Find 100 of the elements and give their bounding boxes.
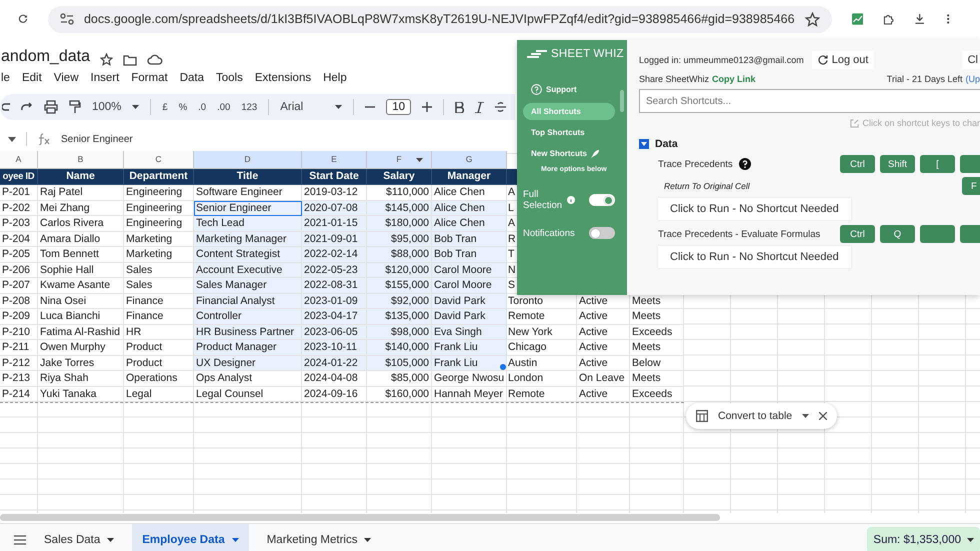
shortcut-key[interactable]: Ctrl (840, 225, 875, 243)
zoom-select[interactable]: 100% (92, 101, 122, 113)
table-cell: Alice Chen (432, 216, 507, 232)
run-button[interactable]: Click to Run - No Shortcut Needed (658, 198, 851, 220)
table-cell: Chicago (507, 340, 577, 356)
table-cell: 2020-07-08 (302, 200, 367, 216)
font-size-field[interactable]: 10 (386, 99, 411, 115)
number-format-button[interactable]: 123 (241, 102, 258, 112)
shortcut-key[interactable]: Q (880, 225, 915, 243)
table-cell: Raj Patel (38, 185, 124, 200)
table-cell: $110,000 (367, 185, 432, 200)
table-cell: 2024-01-22 (302, 356, 367, 371)
table-cell: Bob Tran (432, 247, 507, 262)
column-header[interactable]: C (124, 151, 194, 169)
trial-text: Trial - 21 Days Left (886, 74, 962, 84)
table-cell: Engineering (124, 200, 194, 216)
menu-item[interactable]: le (1, 72, 10, 84)
table-cell: Meets (630, 371, 684, 386)
menu-item[interactable]: Extensions (254, 72, 312, 84)
table-cell: $135,000 (367, 309, 432, 324)
menu-item[interactable]: Edit (22, 72, 42, 84)
formula-field[interactable]: Senior Engineer (61, 134, 133, 144)
upgrade-link[interactable]: (Up (965, 74, 980, 84)
menu-item[interactable]: Data (180, 72, 204, 84)
currency-button[interactable]: £ (162, 102, 168, 112)
table-cell: $180,000 (367, 216, 432, 232)
column-header[interactable]: D (194, 151, 302, 169)
table-cell: Software Engineer (194, 185, 302, 200)
increase-decimals-button[interactable]: .00 (217, 102, 230, 112)
table-cell: P-213 (0, 371, 38, 386)
table-cell: Hannah Meyer (432, 386, 507, 402)
table-cell: $120,000 (367, 262, 432, 278)
table-header-cell: Manager (432, 169, 507, 185)
table-header-cell: Start Date (302, 169, 367, 185)
menu-item[interactable]: Format (131, 72, 168, 84)
table-cell: David Park (432, 309, 507, 324)
logged-in-text: Logged in: ummeumme0123@gmail.com (639, 55, 804, 65)
table-cell: Legal Counsel (194, 386, 302, 402)
shortcut-key[interactable]: F (962, 177, 980, 195)
column-header[interactable]: F (367, 151, 432, 169)
shortcut-key[interactable]: [ (920, 155, 955, 173)
copy-link[interactable]: Copy Link (712, 74, 756, 84)
sheet-tab[interactable]: Sales Data (34, 524, 124, 551)
table-cell: Content Strategist (194, 247, 302, 262)
table-cell: $155,000 (367, 278, 432, 294)
column-header[interactable]: A (0, 151, 38, 169)
share-text: Share SheetWhiz (639, 74, 710, 84)
sheet-tab[interactable]: Employee Data (132, 524, 249, 551)
menu-item[interactable]: Help (323, 72, 347, 84)
table-cell: Engineering (124, 216, 194, 232)
table-cell: Carol Moore (432, 262, 507, 278)
table-cell: Controller (194, 309, 302, 324)
table-cell: Meets (630, 340, 684, 356)
table-cell: Frank Liu (432, 340, 507, 356)
table-cell: Operations (124, 371, 194, 386)
address-bar[interactable]: docs.google.com/spreadsheets/d/1kI3Bf5IVAOBLqP8W7xmsK8yT2619U-NEJVIpwFPZqf4/edit?gid=938985466#gid=938985466 (48, 6, 832, 32)
table-cell: Legal (124, 386, 194, 402)
shortcut-key[interactable]: Ctrl (840, 155, 875, 173)
table-cell: 2022-08-31 (302, 278, 367, 294)
table-cell: 2021-09-01 (302, 232, 367, 247)
table-header-cell: Department (124, 169, 194, 185)
percent-button[interactable]: % (178, 102, 188, 112)
table-cell: Exceeds (630, 386, 684, 402)
table-header-cell: Title (194, 169, 302, 185)
shortcut-name: Trace Precedents (658, 158, 733, 170)
table-cell: $98,000 (367, 324, 432, 340)
table-cell: $140,000 (367, 340, 432, 356)
column-header[interactable]: E (302, 151, 367, 169)
close-button[interactable]: Cl (962, 51, 980, 69)
table-cell: Luca Bianchi (38, 309, 124, 324)
convert-to-table-button[interactable]: Convert to table (718, 410, 792, 422)
table-cell: Marketing Manager (194, 232, 302, 247)
table-cell: P-203 (0, 216, 38, 232)
menu-item[interactable]: Insert (90, 72, 120, 84)
menu-item[interactable]: Tools (216, 72, 243, 84)
table-cell: Sales (124, 278, 194, 294)
table-cell: Finance (124, 309, 194, 324)
sum-indicator[interactable]: Sum: $1,353,000 (867, 527, 980, 551)
menu-item[interactable]: View (54, 72, 78, 84)
log-out-button[interactable]: Log out (812, 51, 874, 69)
table-cell: Tech Lead (194, 216, 302, 232)
column-header[interactable]: G (432, 151, 507, 169)
sheet-tab[interactable]: Marketing Metrics (256, 524, 382, 551)
font-select[interactable]: Arial (280, 101, 324, 113)
decrease-decimals-button[interactable]: .0 (198, 102, 206, 112)
table-header-cell: Salary (367, 169, 432, 185)
column-header[interactable]: B (38, 151, 124, 169)
table-cell: George Nwosu (432, 371, 507, 386)
document-title[interactable]: andom_data (1, 48, 90, 66)
table-cell: Kwame Asante (38, 278, 124, 294)
table-cell: 2023-06-05 (302, 324, 367, 340)
run-button[interactable]: Click to Run - No Shortcut Needed (658, 246, 851, 268)
table-cell: Active (577, 340, 630, 356)
table-header-cell: Name (38, 169, 124, 185)
table-cell: Owen Murphy (38, 340, 124, 356)
table-cell: Meets (630, 309, 684, 324)
table-header-cell: oyee ID (0, 169, 38, 185)
shortcut-key[interactable]: Shift (880, 155, 915, 173)
table-cell: $85,000 (367, 371, 432, 386)
search-field[interactable]: Search Shortcuts... (639, 89, 980, 113)
